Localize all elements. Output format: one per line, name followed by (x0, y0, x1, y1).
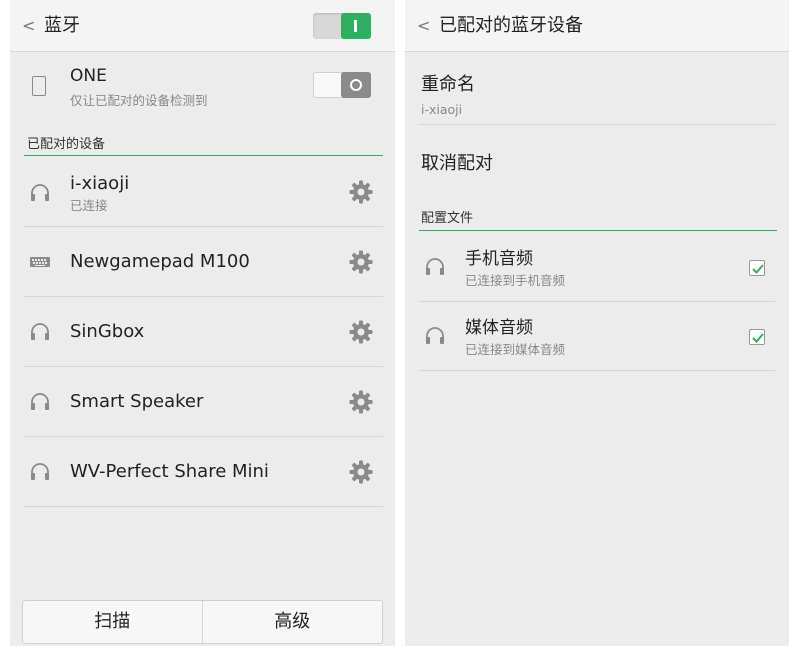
gear-icon[interactable] (349, 320, 373, 344)
unpair-row[interactable]: 取消配对 (421, 149, 493, 175)
phone-icon (32, 76, 46, 96)
paired-device-detail-panel: < 已配对的蓝牙设备 重命名 i-xiaoji 取消配对 配置文件 手机音频 已… (405, 0, 789, 646)
row-divider (419, 301, 775, 302)
profile-name: 媒体音频 (465, 318, 533, 338)
headset-icon (31, 323, 49, 340)
profile-row-phone-audio[interactable]: 手机音频 已连接到手机音频 (405, 234, 789, 302)
headset-icon (31, 184, 49, 201)
section-divider (419, 230, 777, 231)
profile-checkbox[interactable] (749, 329, 765, 345)
section-divider (24, 155, 383, 156)
chevron-left-icon[interactable]: < (417, 17, 430, 35)
device-name: Newgamepad M100 (70, 251, 250, 272)
gear-icon[interactable] (349, 180, 373, 204)
visibility-toggle[interactable] (313, 72, 371, 98)
device-name: i-xiaoji (70, 173, 130, 194)
device-name-value: i-xiaoji (421, 102, 463, 117)
bluetooth-toggle[interactable] (313, 13, 371, 39)
bluetooth-settings-panel: < 蓝牙 ONE 仅让已配对的设备检测到 已配对的设备 i-xiaoji 已连接 (10, 0, 395, 646)
device-name: ONE (70, 66, 107, 86)
gear-icon[interactable] (349, 390, 373, 414)
profile-name: 手机音频 (465, 249, 533, 269)
paired-device-row[interactable]: Newgamepad M100 (10, 227, 395, 297)
profile-status: 已连接到手机音频 (465, 273, 566, 288)
toggle-knob (341, 13, 371, 39)
header: < 已配对的蓝牙设备 (405, 0, 789, 52)
gear-icon[interactable] (349, 460, 373, 484)
paired-devices-section-label: 已配对的设备 (27, 137, 106, 152)
device-name: Smart Speaker (70, 391, 204, 412)
chevron-left-icon[interactable]: < (22, 17, 35, 35)
advanced-button[interactable]: 高级 (203, 601, 383, 643)
page-title: 已配对的蓝牙设备 (439, 15, 583, 36)
profile-checkbox[interactable] (749, 260, 765, 276)
headset-icon (426, 258, 444, 275)
device-status: 已连接 (70, 198, 108, 213)
profile-status: 已连接到媒体音频 (465, 342, 566, 357)
toggle-knob (341, 72, 371, 98)
check-icon (752, 333, 764, 343)
headset-icon (31, 393, 49, 410)
paired-device-row[interactable]: i-xiaoji 已连接 (10, 157, 395, 227)
paired-device-row[interactable]: WV-Perfect Share Mini (10, 437, 395, 507)
row-divider (419, 370, 775, 371)
page-title: 蓝牙 (44, 15, 80, 36)
rename-label: 重命名 (421, 74, 475, 95)
row-divider (24, 506, 383, 507)
rename-row[interactable]: 重命名 i-xiaoji (421, 70, 475, 117)
device-name: SinGbox (70, 321, 145, 342)
gear-icon[interactable] (349, 250, 373, 274)
row-divider (419, 124, 775, 125)
paired-device-row[interactable]: SinGbox (10, 297, 395, 367)
visibility-row[interactable]: ONE 仅让已配对的设备检测到 (10, 52, 395, 122)
check-icon (752, 264, 764, 274)
profile-row-media-audio[interactable]: 媒体音频 已连接到媒体音频 (405, 303, 789, 371)
headset-icon (31, 463, 49, 480)
profiles-section-label: 配置文件 (421, 211, 474, 226)
keyboard-icon (30, 257, 50, 267)
header: < 蓝牙 (10, 0, 395, 52)
bottom-action-bar: 扫描 高级 (22, 600, 383, 644)
unpair-label: 取消配对 (421, 153, 493, 174)
scan-button[interactable]: 扫描 (23, 601, 203, 643)
headset-icon (426, 327, 444, 344)
device-name: WV-Perfect Share Mini (70, 461, 269, 482)
visibility-subtitle: 仅让已配对的设备检测到 (70, 93, 208, 108)
paired-device-row[interactable]: Smart Speaker (10, 367, 395, 437)
